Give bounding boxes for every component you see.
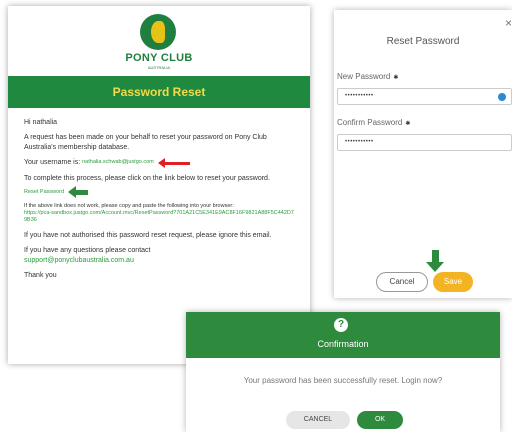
confirmation-message: Your password has been successfully rese… xyxy=(243,376,443,385)
reset-password-link[interactable]: Reset Password xyxy=(24,189,64,196)
support-email-link[interactable]: support@ponyclubaustralia.com.au xyxy=(24,257,134,264)
complete-instructions: To complete this process, please click o… xyxy=(24,174,270,182)
brand-header: PONY CLUB AUSTRALIA xyxy=(8,6,310,76)
confirm-cancel-button[interactable]: CANCEL xyxy=(286,411,350,429)
cancel-button[interactable]: Cancel xyxy=(376,272,428,292)
new-password-label-text: New Password xyxy=(337,72,391,81)
username-value: nathalia.schwab@justgo.com xyxy=(82,159,154,166)
not-authorised-text: If you have not authorised this password… xyxy=(24,231,272,239)
confirmation-dialog: ? Confirmation Your password has been su… xyxy=(186,312,500,432)
green-arrow-icon xyxy=(68,186,89,199)
fallback-instructions: If the above link does not work, please … xyxy=(24,203,295,225)
thanks-text: Thank you xyxy=(24,272,57,280)
confirm-password-field[interactable]: ••••••••••• xyxy=(337,134,512,151)
questions-block: If you have any questions please contact… xyxy=(24,246,295,265)
confirm-password-label: Confirm Password ✱ xyxy=(337,118,410,127)
brand-subtitle: AUSTRALIA xyxy=(147,65,171,70)
intro-text: A request has been made on your behalf t… xyxy=(24,134,267,151)
save-button[interactable]: Save xyxy=(433,272,473,292)
reset-password-dialog: × Reset Password New Password ✱ •••••••••… xyxy=(334,10,512,298)
question-icon: ? xyxy=(334,318,348,332)
fallback-text: If the above link does not work, please … xyxy=(24,202,234,209)
confirm-password-label-text: Confirm Password xyxy=(337,118,403,127)
new-password-field[interactable]: ••••••••••• xyxy=(337,88,512,105)
horse-head-icon xyxy=(151,21,165,43)
username-row: Your username is: nathalia.schwab@justgo… xyxy=(24,157,295,168)
required-icon: ✱ xyxy=(393,75,399,81)
username-label: Your username is: xyxy=(24,159,81,167)
close-icon[interactable]: × xyxy=(505,16,512,30)
required-icon: ✱ xyxy=(405,121,411,127)
red-arrow-icon xyxy=(157,157,190,168)
new-password-value: ••••••••••• xyxy=(345,93,374,99)
green-down-arrow-icon xyxy=(426,250,444,272)
greeting: Hi nathalia xyxy=(24,119,58,126)
questions-text: If you have any questions please contact xyxy=(24,247,151,255)
password-reset-email: PONY CLUB AUSTRALIA Password Reset Hi na… xyxy=(8,6,310,364)
dialog-title: Reset Password xyxy=(386,36,460,47)
info-icon[interactable] xyxy=(498,93,506,101)
new-password-label: New Password ✱ xyxy=(337,72,398,81)
ok-button[interactable]: OK xyxy=(357,411,403,429)
confirm-password-value: ••••••••••• xyxy=(345,139,374,145)
email-banner-title: Password Reset xyxy=(8,76,310,108)
confirmation-header: ? Confirmation xyxy=(186,312,500,358)
brand-name: PONY CLUB xyxy=(125,52,193,64)
email-body: Hi nathalia A request has been made on y… xyxy=(8,108,310,281)
fallback-url-link[interactable]: https://pca-sandbox.justgo.com/Account.m… xyxy=(24,210,294,223)
confirmation-title: Confirmation xyxy=(317,339,369,349)
reset-link-row: Reset Password xyxy=(24,186,295,199)
